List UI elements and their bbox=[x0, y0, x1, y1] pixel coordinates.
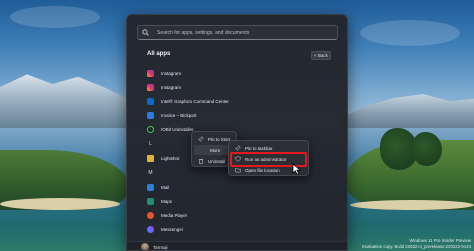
app-label: Lightshot bbox=[161, 155, 180, 161]
app-item-messenger[interactable]: Messenger bbox=[147, 224, 183, 234]
mail-icon bbox=[147, 183, 154, 191]
watermark-line: Evaluation copy. Build 22632.ni_prerelea… bbox=[362, 243, 471, 249]
app-label: Instagram bbox=[161, 84, 182, 90]
back-button[interactable]: < Back bbox=[311, 51, 331, 60]
menu-item-label: More bbox=[210, 147, 221, 153]
power-icon[interactable] bbox=[330, 244, 337, 250]
wallpaper-cloud bbox=[10, 6, 100, 28]
more-icon bbox=[199, 147, 206, 154]
app-label: Intel® Graphics Command Center bbox=[161, 98, 229, 104]
media-player-icon bbox=[147, 211, 154, 219]
folder-icon bbox=[234, 167, 241, 174]
messenger-icon bbox=[147, 225, 154, 233]
app-item-mail[interactable]: Mail bbox=[147, 182, 169, 192]
app-item-media-player[interactable]: Media Player bbox=[147, 210, 187, 220]
maps-icon bbox=[147, 197, 154, 205]
wallpaper-cloud bbox=[360, 20, 460, 46]
app-item-invoice[interactable]: Invoice – Bickpart bbox=[147, 110, 197, 120]
pin-icon bbox=[234, 145, 241, 152]
letter-tile: L bbox=[149, 141, 152, 147]
trash-icon bbox=[197, 158, 204, 165]
letter-header-m[interactable]: M bbox=[147, 168, 154, 178]
app-label: Instagram bbox=[161, 70, 182, 76]
app-item-intel-graphics[interactable]: Intel® Graphics Command Center bbox=[147, 96, 229, 106]
app-label: Maps bbox=[161, 198, 173, 204]
app-label: IOBit Uninstaller bbox=[161, 126, 194, 132]
wallpaper-shore bbox=[0, 198, 120, 210]
instagram-icon bbox=[147, 69, 154, 77]
letter-tile: M bbox=[148, 170, 153, 176]
folder-icon bbox=[147, 154, 154, 162]
app-item-iobit[interactable]: IOBit Uninstaller bbox=[147, 124, 194, 134]
wallpaper-tree bbox=[412, 132, 442, 166]
intel-graphics-icon bbox=[147, 97, 154, 105]
os-build-watermark: Windows 11 Pro Insider Preview Evaluatio… bbox=[362, 238, 471, 249]
app-label: Mail bbox=[161, 184, 170, 190]
user-name[interactable]: Tarmoji bbox=[153, 245, 168, 250]
menu-item-label: Pin to taskbar bbox=[245, 145, 273, 151]
start-menu: Search for apps, settings, and documents… bbox=[126, 14, 348, 251]
wallpaper-shore bbox=[350, 200, 474, 210]
avatar[interactable] bbox=[141, 243, 149, 250]
menu-item-label: Uninstall bbox=[208, 158, 226, 164]
app-label: Media Player bbox=[161, 212, 188, 218]
invoice-icon bbox=[147, 111, 154, 119]
app-item-maps[interactable]: Maps bbox=[147, 196, 172, 206]
app-label: Messenger bbox=[161, 226, 184, 232]
pin-icon bbox=[197, 136, 204, 143]
all-apps-heading: All apps bbox=[147, 51, 171, 57]
menu-item-label: Open file location bbox=[245, 167, 280, 173]
search-box[interactable]: Search for apps, settings, and documents bbox=[137, 25, 338, 40]
app-item-instagram[interactable]: Instagram bbox=[147, 82, 181, 92]
user-account-bar: Tarmoji bbox=[127, 241, 347, 250]
search-input[interactable]: Search for apps, settings, and documents bbox=[157, 30, 249, 36]
menu-item-label: Pin to Start bbox=[208, 136, 231, 142]
mouse-cursor-icon bbox=[292, 162, 302, 175]
instagram-icon bbox=[147, 83, 154, 91]
app-item-lightshot[interactable]: Lightshot bbox=[147, 153, 179, 163]
app-label: Invoice – Bickpart bbox=[161, 112, 197, 118]
app-item-instagram[interactable]: Instagram bbox=[147, 68, 181, 78]
iobit-icon bbox=[147, 125, 154, 133]
letter-header-l[interactable]: L bbox=[147, 139, 154, 149]
search-icon bbox=[142, 27, 154, 39]
